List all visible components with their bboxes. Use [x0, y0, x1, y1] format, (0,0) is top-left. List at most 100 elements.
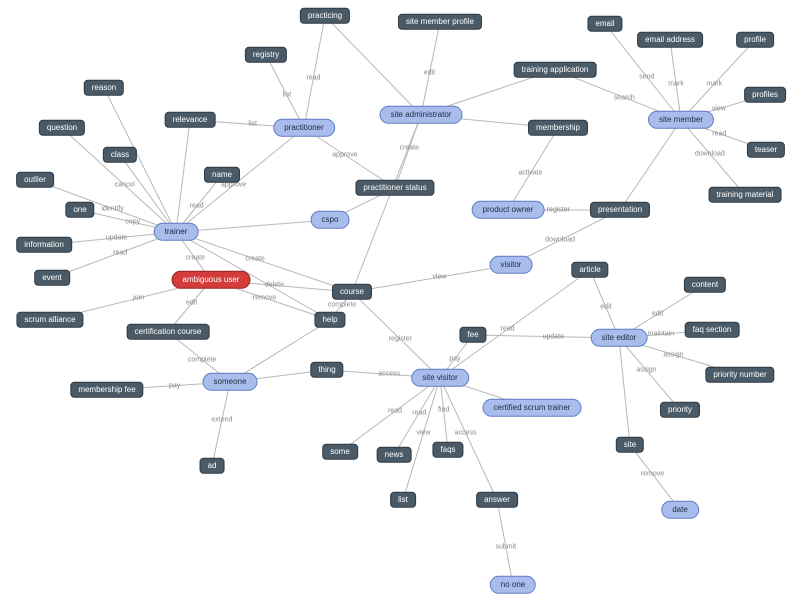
- graph-node-faq-section[interactable]: faq section: [685, 322, 740, 338]
- graph-node-ad[interactable]: ad: [200, 458, 225, 474]
- edge-label: activate: [518, 170, 542, 177]
- graph-node-information[interactable]: information: [16, 237, 72, 253]
- graph-node-training-material[interactable]: training material: [709, 187, 782, 203]
- graph-node-priority[interactable]: priority: [660, 402, 700, 418]
- graph-node-one[interactable]: one: [65, 202, 94, 218]
- node-label: teaser: [755, 145, 777, 154]
- graph-node-email-address[interactable]: email address: [637, 32, 703, 48]
- graph-node-training-application[interactable]: training application: [514, 62, 597, 78]
- edge-label: extend: [211, 416, 232, 423]
- graph-node-priority-number[interactable]: priority number: [705, 367, 774, 383]
- edge: [35, 180, 176, 232]
- graph-node-teaser[interactable]: teaser: [747, 142, 785, 158]
- edge-label: remove: [253, 295, 276, 302]
- edge: [266, 55, 304, 128]
- graph-node-course[interactable]: course: [332, 284, 372, 300]
- node-label: outlier: [24, 175, 46, 184]
- graph-node-help[interactable]: help: [314, 312, 345, 328]
- graph-node-site-administrator[interactable]: site administrator: [380, 106, 463, 124]
- graph-node-registry[interactable]: registry: [245, 47, 287, 63]
- edge: [395, 115, 421, 188]
- node-label: faqs: [440, 445, 455, 454]
- edge: [340, 378, 440, 452]
- graph-node-site-visitor[interactable]: site visitor: [411, 369, 469, 387]
- node-label: event: [42, 273, 62, 282]
- node-label: relevance: [173, 115, 208, 124]
- graph-node-practicing[interactable]: practicing: [300, 8, 350, 24]
- node-label: practitioner status: [363, 183, 426, 192]
- node-label: scrum alliance: [24, 315, 75, 324]
- graph-node-no-one[interactable]: no one: [490, 576, 536, 594]
- graph-node-site[interactable]: site: [616, 437, 644, 453]
- edge-label: pay: [169, 382, 180, 389]
- graph-node-question[interactable]: question: [39, 120, 85, 136]
- graph-node-profiles[interactable]: profiles: [744, 87, 786, 103]
- edge-label: edit: [600, 304, 611, 311]
- edge-label: edit: [186, 300, 197, 307]
- edge-label: list: [283, 92, 292, 99]
- edge: [440, 378, 497, 500]
- graph-node-content[interactable]: content: [684, 277, 726, 293]
- graph-node-event[interactable]: event: [34, 270, 70, 286]
- edge-label: send: [639, 73, 654, 80]
- graph-node-ambiguous-user[interactable]: ambiguous user: [172, 271, 251, 289]
- edge: [120, 155, 176, 232]
- graph-node-site-member-profile[interactable]: site member profile: [398, 14, 482, 30]
- edge-label: submit: [495, 543, 516, 550]
- graph-node-some[interactable]: some: [322, 444, 358, 460]
- graph-node-presentation[interactable]: presentation: [590, 202, 650, 218]
- graph-node-visitor[interactable]: visitor: [490, 256, 533, 274]
- node-label: content: [692, 280, 718, 289]
- graph-node-site-editor[interactable]: site editor: [591, 329, 648, 347]
- edge-label: create: [400, 144, 419, 151]
- graph-node-list[interactable]: list: [390, 492, 416, 508]
- graph-node-membership-fee[interactable]: membership fee: [70, 382, 143, 398]
- node-label: email address: [645, 35, 695, 44]
- graph-node-fee[interactable]: fee: [459, 327, 486, 343]
- graph-node-name[interactable]: name: [204, 167, 240, 183]
- graph-node-email[interactable]: email: [587, 16, 622, 32]
- graph-node-certification-course[interactable]: certification course: [127, 324, 210, 340]
- graph-node-someone[interactable]: someone: [203, 373, 258, 391]
- graph-node-article[interactable]: article: [571, 262, 608, 278]
- graph-node-thing[interactable]: thing: [310, 362, 343, 378]
- graph-node-trainer[interactable]: trainer: [154, 223, 199, 241]
- graph-node-news[interactable]: news: [377, 447, 412, 463]
- graph-node-profile[interactable]: profile: [736, 32, 774, 48]
- node-label: training application: [522, 65, 589, 74]
- node-label: information: [24, 240, 64, 249]
- graph-node-relevance[interactable]: relevance: [165, 112, 216, 128]
- edge-label: access: [455, 429, 477, 436]
- edge-label: join: [133, 295, 144, 302]
- graph-node-product-owner[interactable]: product owner: [472, 201, 545, 219]
- edge: [619, 338, 680, 410]
- edge-label: approve: [332, 152, 357, 159]
- graph-node-certified-scrum-trainer[interactable]: certified scrum trainer: [483, 399, 582, 417]
- edge: [440, 378, 448, 450]
- edge: [670, 40, 681, 120]
- edge: [212, 382, 230, 466]
- graph-node-practitioner[interactable]: practitioner: [273, 119, 335, 137]
- node-label: site editor: [602, 333, 637, 342]
- node-label: registry: [253, 50, 279, 59]
- graph-node-site-member[interactable]: site member: [648, 111, 714, 129]
- graph-node-faqs[interactable]: faqs: [432, 442, 463, 458]
- node-label: name: [212, 170, 232, 179]
- node-label: no one: [501, 580, 525, 589]
- graph-node-practitioner-status[interactable]: practitioner status: [355, 180, 434, 196]
- node-label: training material: [717, 190, 774, 199]
- edge-label: remove: [641, 471, 664, 478]
- edge-label: complete: [188, 356, 216, 363]
- graph-node-date[interactable]: date: [661, 501, 699, 519]
- node-label: practicing: [308, 11, 342, 20]
- graph-node-scrum-alliance[interactable]: scrum alliance: [16, 312, 83, 328]
- edge-label: read: [190, 203, 204, 210]
- graph-node-outlier[interactable]: outlier: [16, 172, 54, 188]
- graph-node-class[interactable]: class: [103, 147, 137, 163]
- edge: [421, 22, 440, 115]
- node-label: fee: [467, 330, 478, 339]
- graph-node-cspo[interactable]: cspo: [311, 211, 350, 229]
- graph-node-reason[interactable]: reason: [84, 80, 124, 96]
- graph-node-membership[interactable]: membership: [528, 120, 588, 136]
- graph-node-answer[interactable]: answer: [476, 492, 518, 508]
